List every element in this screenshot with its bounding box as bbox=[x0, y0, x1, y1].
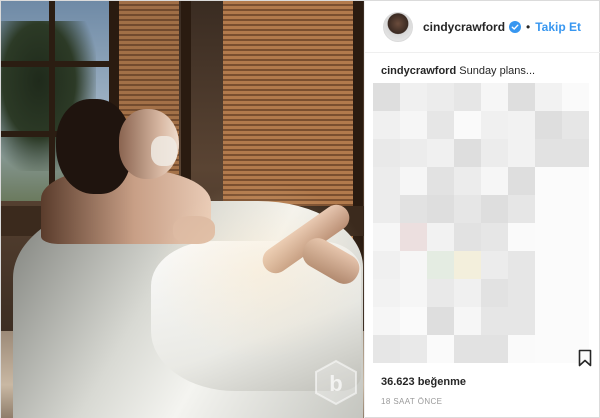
action-bar bbox=[365, 349, 600, 371]
avatar[interactable] bbox=[383, 11, 413, 42]
pixel-block bbox=[562, 139, 589, 167]
pixel-block bbox=[427, 307, 454, 335]
pixel-block bbox=[562, 223, 589, 251]
comments-pixelated bbox=[373, 83, 593, 368]
pixel-block bbox=[508, 307, 535, 335]
post-sidebar: cindycrawford • Takip Et cindycrawford S… bbox=[364, 1, 600, 418]
pixel-block bbox=[454, 307, 481, 335]
pixel-block bbox=[427, 223, 454, 251]
likes-count[interactable]: 36.623 beğenme bbox=[381, 376, 466, 388]
pixel-block bbox=[427, 139, 454, 167]
svg-text:b: b bbox=[329, 371, 342, 396]
pixel-block bbox=[400, 83, 427, 111]
pixel-block bbox=[454, 195, 481, 223]
follow-button[interactable]: Takip Et bbox=[535, 20, 581, 34]
pixel-block bbox=[373, 223, 400, 251]
pixel-block bbox=[535, 167, 562, 195]
pixel-block bbox=[373, 279, 400, 307]
caption: cindycrawford Sunday plans... bbox=[381, 64, 535, 78]
pixel-block bbox=[508, 279, 535, 307]
pixel-block bbox=[508, 251, 535, 279]
pixel-block bbox=[481, 223, 508, 251]
pixel-block bbox=[427, 111, 454, 139]
pixel-block bbox=[508, 139, 535, 167]
pixel-block bbox=[562, 279, 589, 307]
pixel-block bbox=[535, 279, 562, 307]
pixel-block bbox=[508, 83, 535, 111]
pixel-block bbox=[373, 195, 400, 223]
pixel-block bbox=[454, 111, 481, 139]
verified-badge-icon bbox=[509, 20, 522, 33]
pixel-block bbox=[481, 279, 508, 307]
pixel-block bbox=[508, 223, 535, 251]
pixel-block bbox=[535, 83, 562, 111]
pixel-block bbox=[373, 83, 400, 111]
pixel-block bbox=[454, 83, 481, 111]
pixel-block bbox=[400, 251, 427, 279]
pixel-block bbox=[373, 251, 400, 279]
sunlight bbox=[151, 181, 364, 361]
instagram-post: b cindycrawford • Takip Et cindycrawford… bbox=[0, 0, 600, 418]
pixel-block bbox=[562, 167, 589, 195]
pixel-block bbox=[535, 139, 562, 167]
header-username[interactable]: cindycrawford bbox=[423, 20, 505, 34]
pixel-block bbox=[535, 111, 562, 139]
pixel-block bbox=[400, 223, 427, 251]
pixel-block bbox=[481, 139, 508, 167]
pixel-block bbox=[400, 307, 427, 335]
pixel-block bbox=[481, 111, 508, 139]
post-header: cindycrawford • Takip Et bbox=[365, 1, 600, 53]
pixel-block bbox=[454, 223, 481, 251]
pixel-block bbox=[427, 195, 454, 223]
caption-text: Sunday plans... bbox=[459, 65, 536, 77]
pixel-block bbox=[400, 195, 427, 223]
pixel-block bbox=[427, 167, 454, 195]
pixel-block bbox=[400, 279, 427, 307]
pixel-block bbox=[373, 111, 400, 139]
pixel-block bbox=[562, 111, 589, 139]
pixel-block bbox=[508, 111, 535, 139]
caption-username[interactable]: cindycrawford bbox=[381, 65, 456, 77]
pixel-block bbox=[535, 195, 562, 223]
pixel-block bbox=[535, 307, 562, 335]
pixel-block bbox=[508, 167, 535, 195]
pixel-block bbox=[373, 167, 400, 195]
pixel-block bbox=[400, 139, 427, 167]
face-mask bbox=[151, 136, 177, 166]
pixel-block bbox=[481, 307, 508, 335]
pixel-block bbox=[562, 195, 589, 223]
pixel-block bbox=[562, 251, 589, 279]
pixel-block bbox=[562, 307, 589, 335]
pixel-block bbox=[373, 307, 400, 335]
separator-dot: • bbox=[526, 19, 531, 34]
b-logo-watermark-icon: b bbox=[315, 359, 357, 405]
pixel-block bbox=[535, 251, 562, 279]
pixel-block bbox=[508, 195, 535, 223]
pixel-block bbox=[400, 167, 427, 195]
pixel-block bbox=[481, 83, 508, 111]
pixel-block bbox=[454, 167, 481, 195]
pixel-block bbox=[535, 223, 562, 251]
pixel-block bbox=[427, 83, 454, 111]
pixel-block bbox=[427, 279, 454, 307]
post-timestamp: 18 SAAT ÖNCE bbox=[381, 397, 443, 406]
pixel-block bbox=[481, 167, 508, 195]
pixel-block bbox=[454, 139, 481, 167]
pixel-block bbox=[454, 251, 481, 279]
pixel-block bbox=[562, 83, 589, 111]
pixel-block bbox=[373, 139, 400, 167]
pixel-block bbox=[427, 251, 454, 279]
bookmark-icon[interactable] bbox=[578, 349, 592, 367]
pixel-block bbox=[481, 251, 508, 279]
pixel-block bbox=[454, 279, 481, 307]
post-photo[interactable]: b bbox=[1, 1, 364, 418]
pixel-block bbox=[481, 195, 508, 223]
pixel-block bbox=[400, 111, 427, 139]
